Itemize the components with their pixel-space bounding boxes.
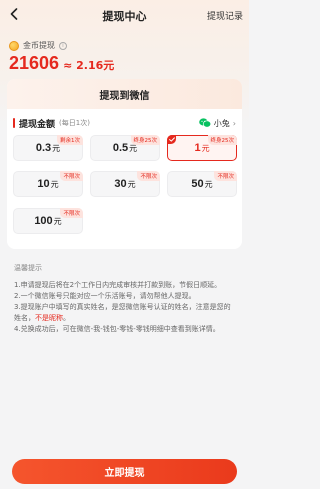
option-tag: 不限次 <box>60 171 83 181</box>
coin-balance: 金币提现 i 21606 ≈ 2.16元 <box>9 40 240 80</box>
option-value: 1 <box>194 142 201 154</box>
tip-item: 4.兑换成功后，可在微信-我-钱包-零钱-零钱明细中查看到账详情。 <box>14 325 220 333</box>
option-value: 30 <box>114 178 127 190</box>
withdraw-card: 提现到微信 提现金额 (每日1次) 小兔 › 0.3元 剩余1次 0.5元 <box>7 79 242 249</box>
tab-wechat-label: 提现到微信 <box>99 90 150 102</box>
navbar: 提现中心 提现记录 <box>0 0 249 30</box>
wechat-account-selector[interactable]: 小兔 › <box>198 118 236 129</box>
coin-approx-value: ≈ 2.16元 <box>63 59 115 72</box>
coin-label: 金币提现 <box>23 41 55 50</box>
withdraw-now-button[interactable]: 立即提现 <box>12 459 237 484</box>
amount-option-50[interactable]: 50 元 不限次 <box>167 171 237 197</box>
tip-item: 2.一个微信账号只能对应一个乐活账号，请勿帮他人提现。 <box>14 292 196 300</box>
option-tag: 终身25次 <box>207 135 237 145</box>
amount-subtitle: (每日1次) <box>59 119 90 127</box>
amount-option-30[interactable]: 30 元 不限次 <box>90 171 160 197</box>
amount-option-100[interactable]: 100 元 不限次 <box>13 208 83 234</box>
coin-amount: 21606 <box>9 53 60 73</box>
coin-icon <box>9 40 19 51</box>
option-tag: 不限次 <box>137 171 160 181</box>
amount-title: 提现金额 <box>19 119 56 130</box>
info-icon[interactable]: i <box>59 41 67 50</box>
option-tag: 剩余1次 <box>57 135 83 145</box>
tip-item: 3.提现账户中填写的真实姓名，是您微信账号认证的姓名，注意是您的姓名，不是昵称。 <box>14 302 236 324</box>
option-tag: 不限次 <box>60 208 83 218</box>
option-unit: 元 <box>201 143 210 153</box>
amount-header: 提现金额 (每日1次) 小兔 › <box>7 113 242 133</box>
option-value: 10 <box>37 178 50 190</box>
tab-wechat[interactable]: 提现到微信 <box>7 79 242 109</box>
option-value: 0.3 <box>35 142 52 154</box>
wechat-icon <box>198 118 211 128</box>
check-icon <box>167 135 176 144</box>
option-unit: 元 <box>127 179 136 189</box>
option-tag: 不限次 <box>214 171 237 181</box>
option-value: 50 <box>191 178 204 190</box>
amount-option-0.5[interactable]: 0.5 元 终身25次 <box>90 135 160 161</box>
amount-option-0.3[interactable]: 0.3 元 剩余1次 <box>13 135 83 161</box>
chevron-right-icon: › <box>232 118 236 128</box>
option-value: 100 <box>34 215 53 227</box>
wechat-account-name: 小兔 <box>213 118 230 128</box>
tip-text-end: 。 <box>63 314 70 322</box>
section-marker <box>13 118 15 128</box>
tip-item: 1.申请提现后将在2个工作日内完成审核并打款到账，节假日顺延。 <box>14 281 222 289</box>
tip-highlight: 不是昵称 <box>35 314 63 322</box>
tips-section: 温馨提示 1.申请提现后将在2个工作日内完成审核并打款到账，节假日顺延。 2.一… <box>14 263 236 335</box>
option-tag: 终身25次 <box>130 135 160 145</box>
tips-title: 温馨提示 <box>14 264 42 272</box>
withdraw-record-link[interactable]: 提现记录 <box>207 9 243 22</box>
option-unit: 元 <box>204 179 213 189</box>
option-value: 0.5 <box>112 142 129 154</box>
amount-option-1[interactable]: 1元 终身25次 <box>167 135 237 161</box>
option-unit: 元 <box>53 216 62 226</box>
option-unit: 元 <box>50 179 59 189</box>
amount-option-10[interactable]: 10 元 不限次 <box>13 171 83 197</box>
